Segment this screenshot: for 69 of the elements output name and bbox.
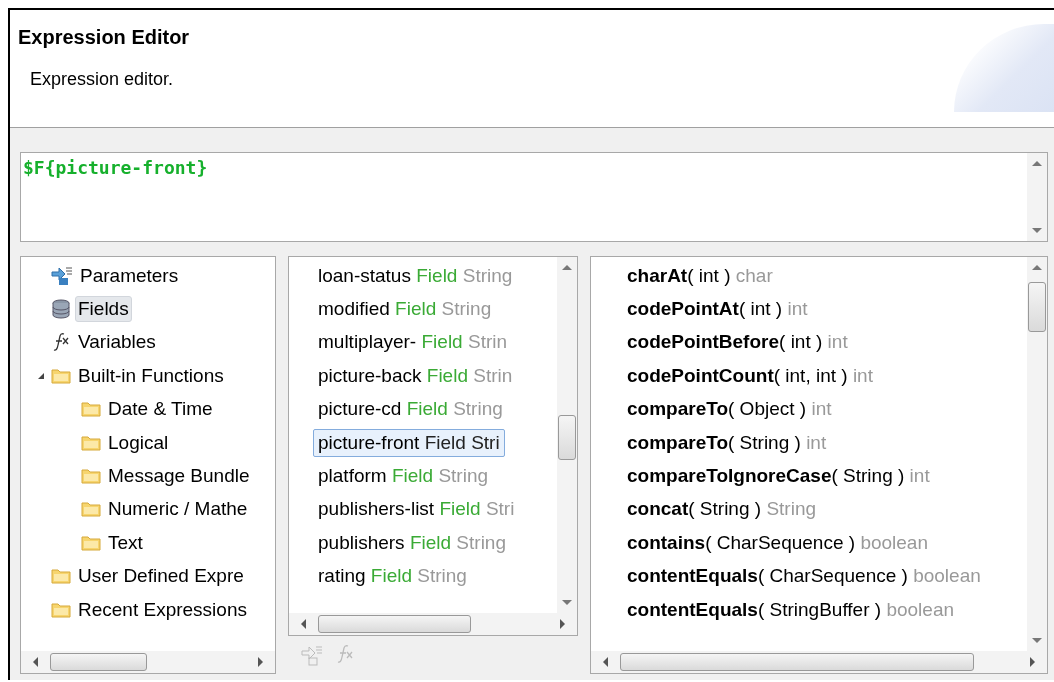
scroll-up-icon[interactable]	[1032, 161, 1042, 166]
scroll-left-icon[interactable]	[603, 657, 608, 667]
function-icon	[51, 332, 71, 353]
vertical-scrollbar[interactable]	[557, 257, 577, 613]
scroll-left-icon[interactable]	[33, 657, 38, 667]
folder-icon	[81, 401, 101, 418]
scrollbar-thumb[interactable]	[50, 653, 147, 671]
tree-item[interactable]: Date & Time	[105, 396, 216, 423]
method-item[interactable]: codePointAt( int ) int	[627, 298, 808, 321]
tree-item[interactable]: Logical	[105, 429, 172, 456]
expand-triangle-icon[interactable]	[37, 371, 45, 380]
folder-icon	[51, 367, 71, 384]
method-item[interactable]: contentEquals( StringBuffer ) boolean	[627, 598, 954, 621]
method-item[interactable]: codePointCount( int, int ) int	[627, 364, 873, 387]
field-item[interactable]: picture-back Field Strin	[313, 361, 518, 390]
field-item[interactable]: platform Field String	[313, 462, 494, 491]
field-item[interactable]: picture-front Field Stri	[313, 428, 505, 457]
vertical-scrollbar[interactable]	[1027, 257, 1047, 651]
field-item[interactable]: rating Field String	[313, 562, 472, 591]
method-item[interactable]: compareTo( String ) int	[627, 431, 827, 454]
database-icon	[51, 299, 71, 320]
method-item[interactable]: compareToIgnoreCase( String ) int	[627, 465, 930, 488]
scroll-right-icon[interactable]	[560, 619, 565, 629]
scrollbar-thumb[interactable]	[558, 415, 576, 460]
tree-item[interactable]: Built-in Functions	[75, 362, 227, 389]
scrollbar-thumb[interactable]	[1028, 282, 1046, 332]
scroll-up-icon[interactable]	[562, 265, 572, 270]
horizontal-scrollbar[interactable]	[591, 651, 1047, 673]
method-item[interactable]: concat( String ) String	[627, 498, 816, 521]
scroll-up-icon[interactable]	[1032, 265, 1042, 270]
tree-item[interactable]: Recent Expressions	[75, 596, 250, 623]
parameters-icon	[51, 265, 73, 286]
scroll-down-icon[interactable]	[1032, 228, 1042, 233]
folder-icon	[81, 534, 101, 551]
tree-item[interactable]: Variables	[75, 329, 159, 356]
scroll-down-icon[interactable]	[1032, 638, 1042, 643]
method-item[interactable]: codePointBefore( int ) int	[627, 331, 848, 354]
field-item[interactable]: multiplayer- Field Strin	[313, 328, 513, 357]
field-item[interactable]: publishers Field String	[313, 528, 511, 557]
vertical-scrollbar[interactable]	[1027, 153, 1047, 241]
method-item[interactable]: charAt( int ) char	[627, 264, 773, 287]
tree-item[interactable]: Text	[105, 529, 146, 556]
horizontal-scrollbar[interactable]	[289, 613, 577, 635]
folder-icon	[81, 434, 101, 451]
folder-icon	[81, 501, 101, 518]
method-item[interactable]: contentEquals( CharSequence ) boolean	[627, 565, 981, 588]
scrollbar-thumb[interactable]	[620, 653, 975, 671]
scroll-down-icon[interactable]	[562, 600, 572, 605]
field-item[interactable]: loan-status Field String	[313, 261, 518, 290]
method-item[interactable]: contains( CharSequence ) boolean	[627, 531, 928, 554]
folder-icon	[51, 568, 71, 585]
field-item[interactable]: publishers-list Field Stri	[313, 495, 520, 524]
dialog-description: Expression editor.	[30, 69, 175, 90]
dialog-title: Expression Editor	[18, 26, 191, 49]
tree-item[interactable]: Message Bundle	[105, 463, 253, 490]
tree-item[interactable]: User Defined Expre	[75, 563, 247, 590]
method-item[interactable]: compareTo( Object ) int	[627, 398, 832, 421]
folder-icon	[81, 468, 101, 485]
scroll-right-icon[interactable]	[1030, 657, 1035, 667]
tree-item[interactable]: Fields	[75, 296, 132, 323]
tree-item[interactable]: Parameters	[77, 262, 182, 289]
tree-item[interactable]: Numeric / Mathe	[105, 496, 251, 523]
field-item[interactable]: picture-cd Field String	[313, 395, 508, 424]
scroll-right-icon[interactable]	[258, 657, 263, 667]
scroll-left-icon[interactable]	[301, 619, 306, 629]
horizontal-scrollbar[interactable]	[21, 651, 275, 673]
folder-icon	[51, 601, 71, 618]
scrollbar-thumb[interactable]	[318, 615, 472, 633]
field-item[interactable]: modified Field String	[313, 295, 497, 324]
